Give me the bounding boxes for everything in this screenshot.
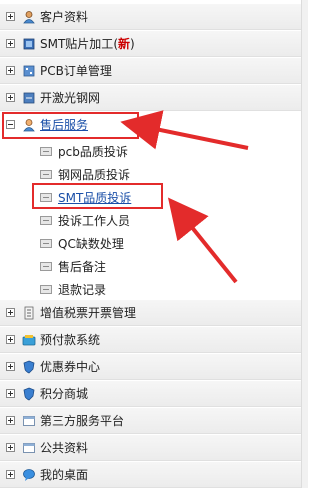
menu-item-label: 我的桌面 <box>40 468 89 482</box>
expand-icon[interactable] <box>6 416 15 425</box>
submenu-item-label: SMT品质投诉 <box>58 190 132 205</box>
menu-item-label: SMT贴片加工(新) <box>40 37 135 51</box>
menu-item-points-mall[interactable]: 积分商城 <box>0 381 302 407</box>
submenu-item[interactable]: 售后备注 <box>0 255 302 277</box>
menu-item-smt[interactable]: SMT贴片加工(新) <box>0 31 302 57</box>
expand-icon[interactable] <box>6 362 15 371</box>
document-icon <box>40 284 52 294</box>
shield-icon <box>22 360 36 374</box>
after-sales-submenu: pcb品质投诉 钢网品质投诉 SMT品质投诉 投诉工作人员 QC缺数处理 售后备… <box>0 136 302 300</box>
expand-icon[interactable] <box>6 93 15 102</box>
menu-item-label: PCB订单管理 <box>40 64 112 78</box>
submenu-item[interactable]: QC缺数处理 <box>0 232 302 254</box>
smt-label: SMT贴片加工 <box>40 37 114 51</box>
menu-item-label: 公共资料 <box>40 441 89 455</box>
expand-icon[interactable] <box>6 308 15 317</box>
document-icon <box>40 238 52 248</box>
submenu-item[interactable]: pcb品质投诉 <box>0 140 302 162</box>
menu-item-public-info[interactable]: 公共资料 <box>0 435 302 461</box>
expand-icon[interactable] <box>6 39 15 48</box>
expand-icon[interactable] <box>6 443 15 452</box>
document-icon <box>40 261 52 271</box>
menu-item-laser-stencil[interactable]: 开激光钢网 <box>0 85 302 111</box>
submenu-item[interactable]: 投诉工作人员 <box>0 209 302 231</box>
submenu-item-label: 退款记录 <box>58 282 107 297</box>
menu-item-pcb-orders[interactable]: PCB订单管理 <box>0 58 302 84</box>
chat-icon <box>22 468 36 482</box>
document-icon <box>40 215 52 225</box>
invoice-icon <box>22 306 36 320</box>
document-icon <box>40 146 52 156</box>
collapse-icon[interactable] <box>6 120 15 129</box>
submenu-item-label: 投诉工作人员 <box>58 213 131 228</box>
menu-item-third-party[interactable]: 第三方服务平台 <box>0 408 302 434</box>
menu-item-label: 售后服务 <box>40 118 89 132</box>
menu-item-label: 第三方服务平台 <box>40 414 125 428</box>
submenu-item-label: 售后备注 <box>58 259 107 274</box>
submenu-item-selected[interactable]: SMT品质投诉 <box>0 186 302 208</box>
submenu-item-label: 钢网品质投诉 <box>58 167 131 182</box>
chip-icon <box>22 37 36 51</box>
menu-item-label: 优惠券中心 <box>40 360 101 374</box>
window-icon <box>22 441 36 455</box>
new-badge: 新 <box>118 37 131 51</box>
menu-item-label: 积分商城 <box>40 387 89 401</box>
submenu-item[interactable]: 钢网品质投诉 <box>0 163 302 185</box>
submenu-item[interactable]: 退款记录 <box>0 278 302 300</box>
document-icon <box>40 169 52 179</box>
person-icon <box>22 10 36 24</box>
menu-item-after-sales[interactable]: 售后服务 <box>0 112 302 138</box>
window-icon <box>22 414 36 428</box>
document-icon <box>40 192 52 202</box>
scrollbar[interactable] <box>301 0 308 488</box>
wallet-icon <box>22 333 36 347</box>
expand-icon[interactable] <box>6 12 15 21</box>
expand-icon[interactable] <box>6 66 15 75</box>
submenu-item-label: pcb品质投诉 <box>58 144 128 159</box>
menu-item-label: 客户资料 <box>40 10 89 24</box>
menu-item-prepayment[interactable]: 预付款系统 <box>0 327 302 353</box>
menu-item-customer-info[interactable]: 客户资料 <box>0 4 302 30</box>
menu-item-my-desktop[interactable]: 我的桌面 <box>0 462 302 488</box>
menu-item-coupons[interactable]: 优惠券中心 <box>0 354 302 380</box>
submenu-item-label: QC缺数处理 <box>58 236 124 251</box>
person-icon <box>22 118 36 132</box>
stencil-icon <box>22 91 36 105</box>
pcb-icon <box>22 64 36 78</box>
menu-item-label: 增值税票开票管理 <box>40 306 137 320</box>
expand-icon[interactable] <box>6 335 15 344</box>
shield-icon <box>22 387 36 401</box>
menu-item-vat-invoice[interactable]: 增值税票开票管理 <box>0 300 302 326</box>
sidebar-menu: 客户资料 SMT贴片加工(新) PCB订单管理 开激光钢网 售后服务 pcb品质 <box>0 0 302 488</box>
menu-item-label: 开激光钢网 <box>40 91 101 105</box>
expand-icon[interactable] <box>6 389 15 398</box>
menu-item-label: 预付款系统 <box>40 333 101 347</box>
expand-icon[interactable] <box>6 470 15 479</box>
